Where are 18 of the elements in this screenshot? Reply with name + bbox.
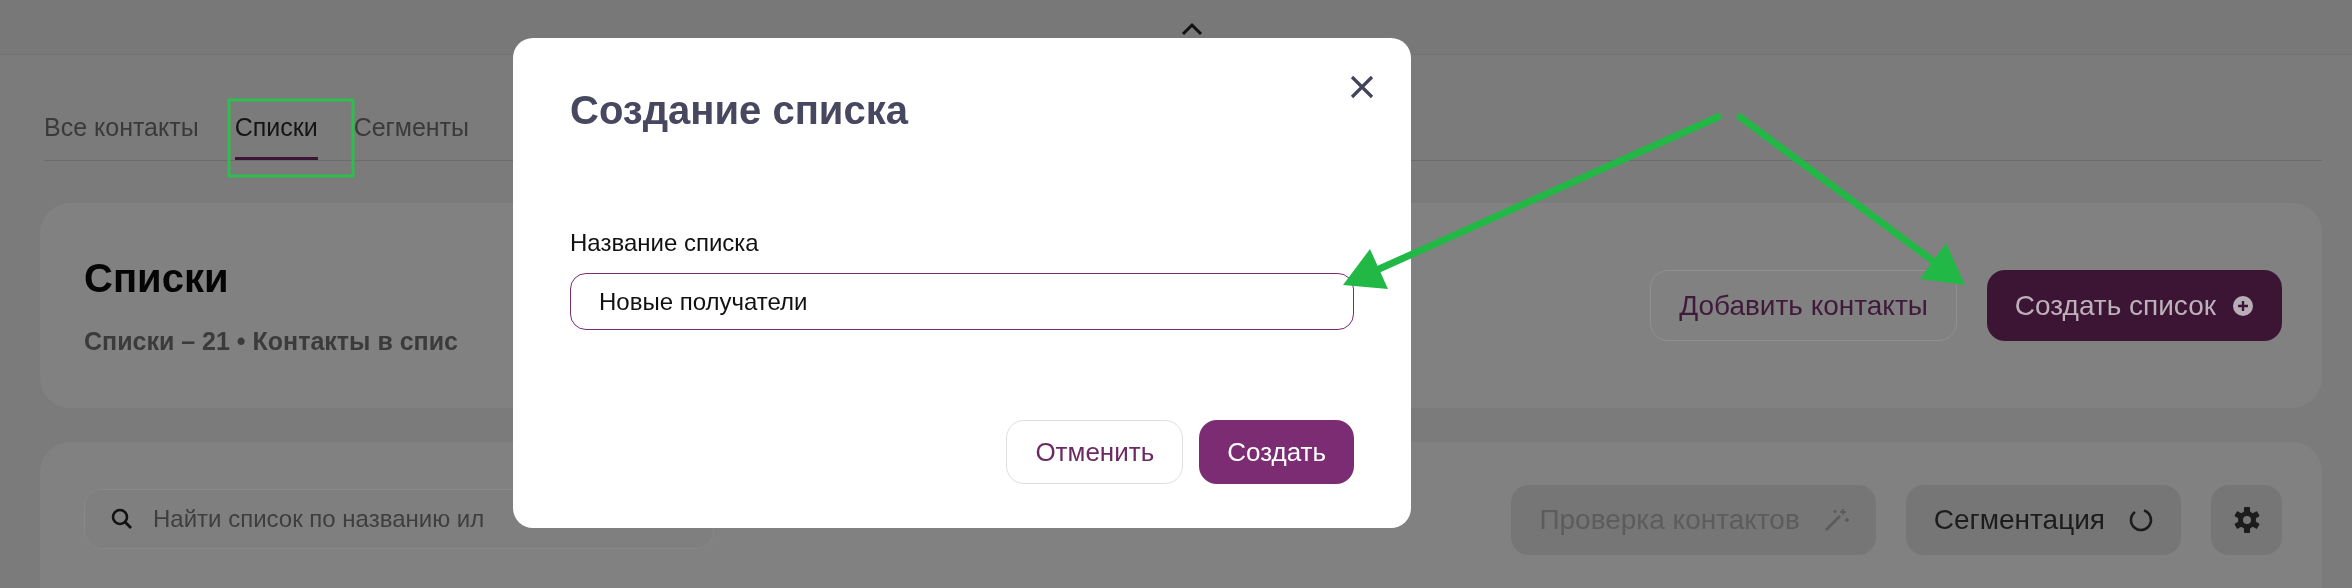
summary-text: Списки – 21 • Контакты в спис xyxy=(84,326,458,356)
dialog-title: Создание списка xyxy=(570,87,910,134)
search-icon xyxy=(110,507,134,531)
plus-circle-icon xyxy=(2232,294,2254,317)
caret-up-icon[interactable] xyxy=(1180,22,1204,36)
tab[interactable]: Сегменты xyxy=(353,99,470,160)
cancel-button[interactable]: Отменить xyxy=(1006,420,1184,484)
create-list-button[interactable]: Создать список xyxy=(1986,270,2282,341)
settings-button[interactable] xyxy=(2211,485,2282,555)
close-icon[interactable] xyxy=(1349,74,1375,100)
tab[interactable]: Все контакты xyxy=(44,99,199,160)
list-name-field[interactable]: Новые получатели xyxy=(570,273,1354,330)
page-title: Списки xyxy=(84,255,230,301)
field-label: Название списка xyxy=(570,229,760,257)
refresh-icon xyxy=(2127,506,2155,534)
segmentation-button[interactable]: Сегментация xyxy=(1905,485,2181,555)
create-button[interactable]: Создать xyxy=(1199,420,1354,484)
tab[interactable]: Списки xyxy=(234,99,318,160)
